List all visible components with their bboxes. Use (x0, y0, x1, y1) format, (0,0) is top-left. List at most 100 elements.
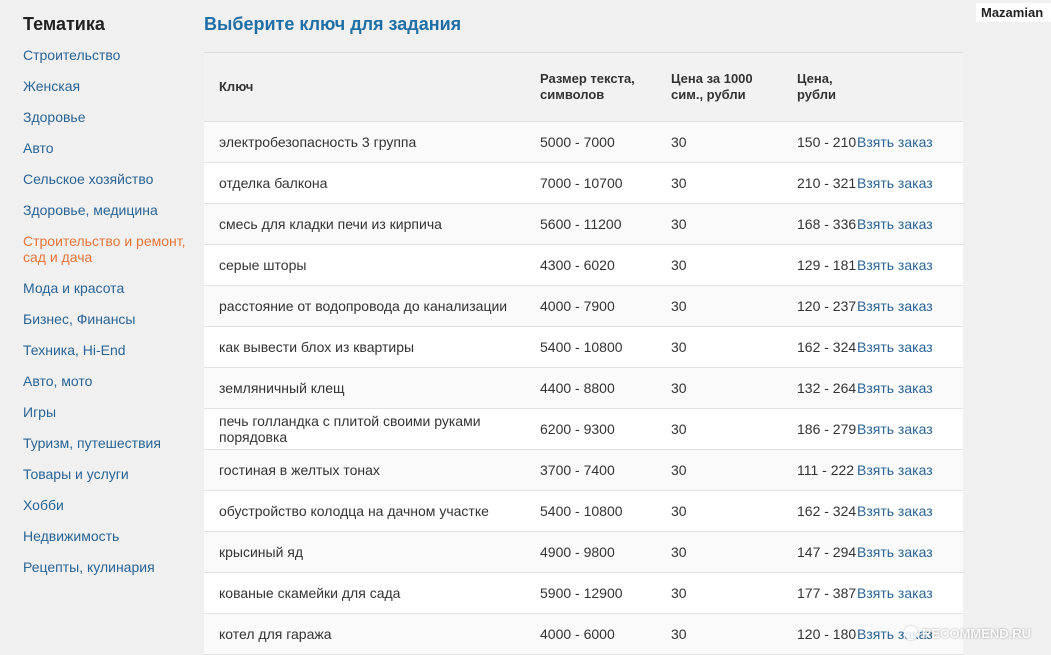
size-cell: 4000 - 7900 (525, 285, 656, 327)
price-cell: 168 - 336 (782, 203, 857, 245)
take-order-link[interactable]: Взять заказ (857, 339, 933, 355)
key-cell: смесь для кладки печи из кирпича (204, 203, 525, 245)
rate-cell: 30 (656, 244, 782, 286)
rate-cell: 30 (656, 449, 782, 491)
action-cell: Взять заказ (857, 531, 963, 573)
rate-cell: 30 (656, 531, 782, 573)
take-order-link[interactable]: Взять заказ (857, 298, 933, 314)
rate-cell: 30 (656, 121, 782, 163)
rate-cell: 30 (656, 326, 782, 368)
action-cell: Взять заказ (857, 121, 963, 163)
price-cell: 120 - 237 (782, 285, 857, 327)
rate-cell: 30 (656, 285, 782, 327)
table-row: кованые скамейки для сада 5900 - 12900 30 1… (204, 572, 963, 614)
rate-cell: 30 (656, 613, 782, 655)
table-row: земляничный клещ 4400 - 8800 30 132 - 264 Вз… (204, 367, 963, 409)
size-cell: 7000 - 10700 (525, 162, 656, 204)
sidebar-item[interactable]: Строительство и ремонт, сад и дача (23, 233, 193, 265)
action-cell: Взять заказ (857, 244, 963, 286)
header-price: Цена, рубли (782, 52, 857, 122)
rate-cell: 30 (656, 203, 782, 245)
sidebar-item[interactable]: Товары и услуги (23, 466, 193, 482)
size-cell: 4300 - 6020 (525, 244, 656, 286)
table-header-row: Ключ Размер текста, символов Цена за 100… (204, 52, 963, 122)
take-order-link[interactable]: Взять заказ (857, 503, 933, 519)
take-order-link[interactable]: Взять заказ (857, 134, 933, 150)
sidebar-title: Тематика (23, 14, 105, 34)
take-order-link[interactable]: Взять заказ (857, 585, 933, 601)
sidebar-item[interactable]: Здоровье, медицина (23, 202, 193, 218)
sidebar-item[interactable]: Игры (23, 404, 193, 420)
username-label[interactable]: Mazamian (976, 3, 1051, 22)
price-cell: 162 - 324 (782, 326, 857, 368)
take-order-link[interactable]: Взять заказ (857, 421, 933, 437)
table-row: гостиная в желтых тонах 3700 - 7400 30 111 … (204, 449, 963, 491)
sidebar-item[interactable]: Недвижимость (23, 528, 193, 544)
recommend-logo-icon (904, 626, 918, 640)
sidebar-item[interactable]: Техника, Hi-End (23, 342, 193, 358)
keys-table: Ключ Размер текста, символов Цена за 100… (204, 52, 963, 655)
sidebar-item[interactable]: Строительство (23, 47, 193, 63)
sidebar-item[interactable]: Женская (23, 78, 193, 94)
sidebar-item[interactable]: Авто (23, 140, 193, 156)
table-row: печь голландка с плитой своими руками по… (204, 408, 963, 450)
take-order-link[interactable]: Взять заказ (857, 175, 933, 191)
take-order-link[interactable]: Взять заказ (857, 544, 933, 560)
table-row: крысиный яд 4900 - 9800 30 147 - 294 Взять з… (204, 531, 963, 573)
sidebar-item[interactable]: Туризм, путешествия (23, 435, 193, 451)
header-size: Размер текста, символов (525, 52, 656, 122)
key-cell: обустройство колодца на дачном участке (204, 490, 525, 532)
header-action (857, 52, 963, 122)
rate-cell: 30 (656, 367, 782, 409)
sidebar-item[interactable]: Авто, мото (23, 373, 193, 389)
watermark: RECOMMEND.RU (904, 621, 1044, 645)
rate-cell: 30 (656, 408, 782, 450)
size-cell: 4400 - 8800 (525, 367, 656, 409)
sidebar-item[interactable]: Хобби (23, 497, 193, 513)
take-order-link[interactable]: Взять заказ (857, 257, 933, 273)
price-cell: 210 - 321 (782, 162, 857, 204)
action-cell: Взять заказ (857, 490, 963, 532)
action-cell: Взять заказ (857, 285, 963, 327)
action-cell: Взять заказ (857, 408, 963, 450)
price-cell: 129 - 181 (782, 244, 857, 286)
table-row: электробезопасность 3 группа 5000 - 7000 3… (204, 121, 963, 163)
sidebar-item[interactable]: Бизнес, Финансы (23, 311, 193, 327)
table-row: серые шторы 4300 - 6020 30 129 - 181 Взять з… (204, 244, 963, 286)
sidebar: Тематика Строительство Женская Здоровье Авт… (23, 14, 193, 590)
table-row: расстояние от водопровода до канализации… (204, 285, 963, 327)
main-content: Выберите ключ для задания Ключ Размер те… (204, 14, 963, 655)
category-list: Строительство Женская Здоровье Авто Сельское… (23, 47, 193, 575)
action-cell: Взять заказ (857, 367, 963, 409)
sidebar-item[interactable]: Здоровье (23, 109, 193, 125)
key-cell: кованые скамейки для сада (204, 572, 525, 614)
take-order-link[interactable]: Взять заказ (857, 216, 933, 232)
header-price-per-1000: Цена за 1000 сим., рубли (656, 52, 782, 122)
price-cell: 150 - 210 (782, 121, 857, 163)
take-order-link[interactable]: Взять заказ (857, 462, 933, 478)
sidebar-item[interactable]: Мода и красота (23, 280, 193, 296)
key-cell: крысиный яд (204, 531, 525, 573)
price-cell: 111 - 222 (782, 449, 857, 491)
size-cell: 5600 - 11200 (525, 203, 656, 245)
rate-cell: 30 (656, 490, 782, 532)
take-order-link[interactable]: Взять заказ (857, 380, 933, 396)
sidebar-item[interactable]: Сельское хозяйство (23, 171, 193, 187)
price-cell: 162 - 324 (782, 490, 857, 532)
size-cell: 4900 - 9800 (525, 531, 656, 573)
table-body: электробезопасность 3 группа 5000 - 7000 3… (204, 121, 963, 655)
table-row: обустройство колодца на дачном участке 54… (204, 490, 963, 532)
header-key: Ключ (204, 52, 525, 122)
action-cell: Взять заказ (857, 449, 963, 491)
rate-cell: 30 (656, 162, 782, 204)
size-cell: 5000 - 7000 (525, 121, 656, 163)
size-cell: 6200 - 9300 (525, 408, 656, 450)
table-row: смесь для кладки печи из кирпича 5600 - 1… (204, 203, 963, 245)
page-title: Выберите ключ для задания (204, 14, 462, 34)
size-cell: 4000 - 6000 (525, 613, 656, 655)
key-cell: расстояние от водопровода до канализации (204, 285, 525, 327)
key-cell: серые шторы (204, 244, 525, 286)
sidebar-item[interactable]: Рецепты, кулинария (23, 559, 193, 575)
key-cell: гостиная в желтых тонах (204, 449, 525, 491)
price-cell: 132 - 264 (782, 367, 857, 409)
